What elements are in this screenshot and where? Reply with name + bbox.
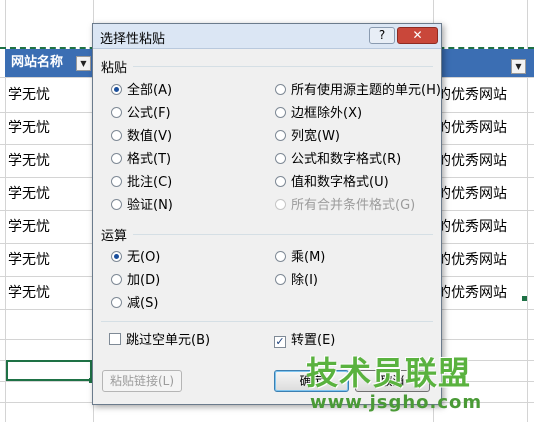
transpose-checkbox[interactable]: ✓ 转置(E) bbox=[274, 333, 335, 349]
radio-icon bbox=[275, 130, 286, 141]
operation-add-option[interactable]: 加(D) bbox=[111, 273, 160, 289]
radio-icon bbox=[111, 107, 122, 118]
radio-icon bbox=[111, 176, 122, 187]
cell[interactable]: 学无忧 bbox=[8, 283, 50, 303]
group-divider bbox=[133, 234, 433, 235]
cell[interactable]: 学无忧 bbox=[8, 184, 50, 204]
option-label: 乘(M) bbox=[291, 250, 326, 265]
option-label: 数值(V) bbox=[127, 129, 173, 144]
option-label: 转置(E) bbox=[291, 333, 336, 348]
option-label: 加(D) bbox=[127, 273, 161, 288]
filter-dropdown-icon[interactable]: ▼ bbox=[76, 56, 91, 71]
option-label: 格式(T) bbox=[127, 152, 172, 167]
option-label: 公式和数字格式(R) bbox=[291, 152, 402, 167]
radio-icon bbox=[111, 297, 122, 308]
paste-validation-option[interactable]: 验证(N) bbox=[111, 198, 173, 214]
option-label: 边框除外(X) bbox=[291, 106, 363, 121]
paste-formulas-number-formats-option[interactable]: 公式和数字格式(R) bbox=[275, 152, 401, 168]
operation-divide-option[interactable]: 除(I) bbox=[275, 273, 318, 289]
close-button[interactable]: ✕ bbox=[397, 27, 438, 44]
option-label: 减(S) bbox=[127, 296, 159, 311]
paste-no-borders-option[interactable]: 边框除外(X) bbox=[275, 106, 362, 122]
dialog-title: 选择性粘贴 bbox=[100, 32, 166, 47]
operation-multiply-option[interactable]: 乘(M) bbox=[275, 250, 325, 266]
radio-icon bbox=[275, 199, 286, 210]
option-label: 值和数字格式(U) bbox=[291, 175, 389, 190]
paste-group-label: 粘贴 bbox=[101, 61, 128, 76]
cell[interactable]: 的优秀网站 bbox=[437, 283, 507, 303]
option-label: 无(O) bbox=[127, 250, 161, 265]
paste-merge-conditional-formats-option: 所有合并条件格式(G) bbox=[275, 198, 415, 214]
cell[interactable]: 学无忧 bbox=[8, 151, 50, 171]
paste-formats-option[interactable]: 格式(T) bbox=[111, 152, 171, 168]
filter-dropdown-icon[interactable]: ▼ bbox=[511, 59, 526, 74]
cell[interactable]: 的优秀网站 bbox=[437, 217, 507, 237]
operation-subtract-option[interactable]: 减(S) bbox=[111, 296, 158, 312]
cell[interactable]: 的优秀网站 bbox=[437, 184, 507, 204]
dialog-titlebar[interactable]: 选择性粘贴 ? ✕ bbox=[93, 24, 441, 49]
cell[interactable]: 的优秀网站 bbox=[437, 118, 507, 138]
paste-source-theme-option[interactable]: 所有使用源主题的单元(H) bbox=[275, 83, 441, 99]
cell[interactable]: 学无忧 bbox=[8, 85, 50, 105]
option-label: 除(I) bbox=[291, 273, 318, 288]
radio-icon bbox=[111, 130, 122, 141]
cell[interactable]: 的优秀网站 bbox=[437, 151, 507, 171]
group-divider bbox=[101, 321, 433, 322]
cell[interactable]: 的优秀网站 bbox=[437, 85, 507, 105]
paste-values-option[interactable]: 数值(V) bbox=[111, 129, 172, 145]
radio-icon bbox=[275, 153, 286, 164]
radio-icon bbox=[275, 84, 286, 95]
paste-all-option[interactable]: 全部(A) bbox=[111, 83, 172, 99]
radio-icon bbox=[275, 274, 286, 285]
cell[interactable]: 学无忧 bbox=[8, 118, 50, 138]
fill-handle[interactable] bbox=[522, 296, 527, 301]
checkbox-checked-icon: ✓ bbox=[274, 335, 286, 348]
option-label: 所有使用源主题的单元(H) bbox=[291, 83, 441, 98]
cell[interactable]: 的优秀网站 bbox=[437, 250, 507, 270]
radio-icon bbox=[275, 107, 286, 118]
cell[interactable]: 学无忧 bbox=[8, 217, 50, 237]
radio-icon bbox=[275, 176, 286, 187]
paste-formulas-option[interactable]: 公式(F) bbox=[111, 106, 171, 122]
option-label: 批注(C) bbox=[127, 175, 173, 190]
option-label: 列宽(W) bbox=[291, 129, 340, 144]
radio-icon bbox=[275, 251, 286, 262]
watermark-logo: 技术员联盟 bbox=[306, 354, 472, 392]
option-label: 跳过空单元(B) bbox=[126, 333, 211, 348]
help-button[interactable]: ? bbox=[369, 27, 395, 44]
watermark-url: www.jsgho.com bbox=[310, 392, 483, 413]
operation-group-label: 运算 bbox=[101, 229, 128, 244]
option-label: 公式(F) bbox=[127, 106, 171, 121]
radio-icon bbox=[111, 153, 122, 164]
radio-selected-icon bbox=[111, 251, 122, 262]
option-label: 全部(A) bbox=[127, 83, 173, 98]
cell[interactable]: 学无忧 bbox=[8, 250, 50, 270]
radio-icon bbox=[111, 274, 122, 285]
radio-icon bbox=[111, 199, 122, 210]
paste-comments-option[interactable]: 批注(C) bbox=[111, 175, 172, 191]
paste-link-button: 粘贴链接(L) bbox=[102, 370, 182, 392]
option-label: 所有合并条件格式(G) bbox=[291, 198, 416, 213]
operation-none-option[interactable]: 无(O) bbox=[111, 250, 160, 266]
skip-blanks-checkbox[interactable]: 跳过空单元(B) bbox=[109, 333, 210, 349]
paste-values-number-formats-option[interactable]: 值和数字格式(U) bbox=[275, 175, 389, 191]
column-header-label: 网站名称 bbox=[11, 55, 64, 70]
radio-selected-icon bbox=[111, 84, 122, 95]
group-divider bbox=[133, 66, 433, 67]
checkbox-icon bbox=[109, 333, 121, 345]
paste-column-widths-option[interactable]: 列宽(W) bbox=[275, 129, 340, 145]
selected-cell[interactable] bbox=[6, 360, 92, 381]
option-label: 验证(N) bbox=[127, 198, 173, 213]
